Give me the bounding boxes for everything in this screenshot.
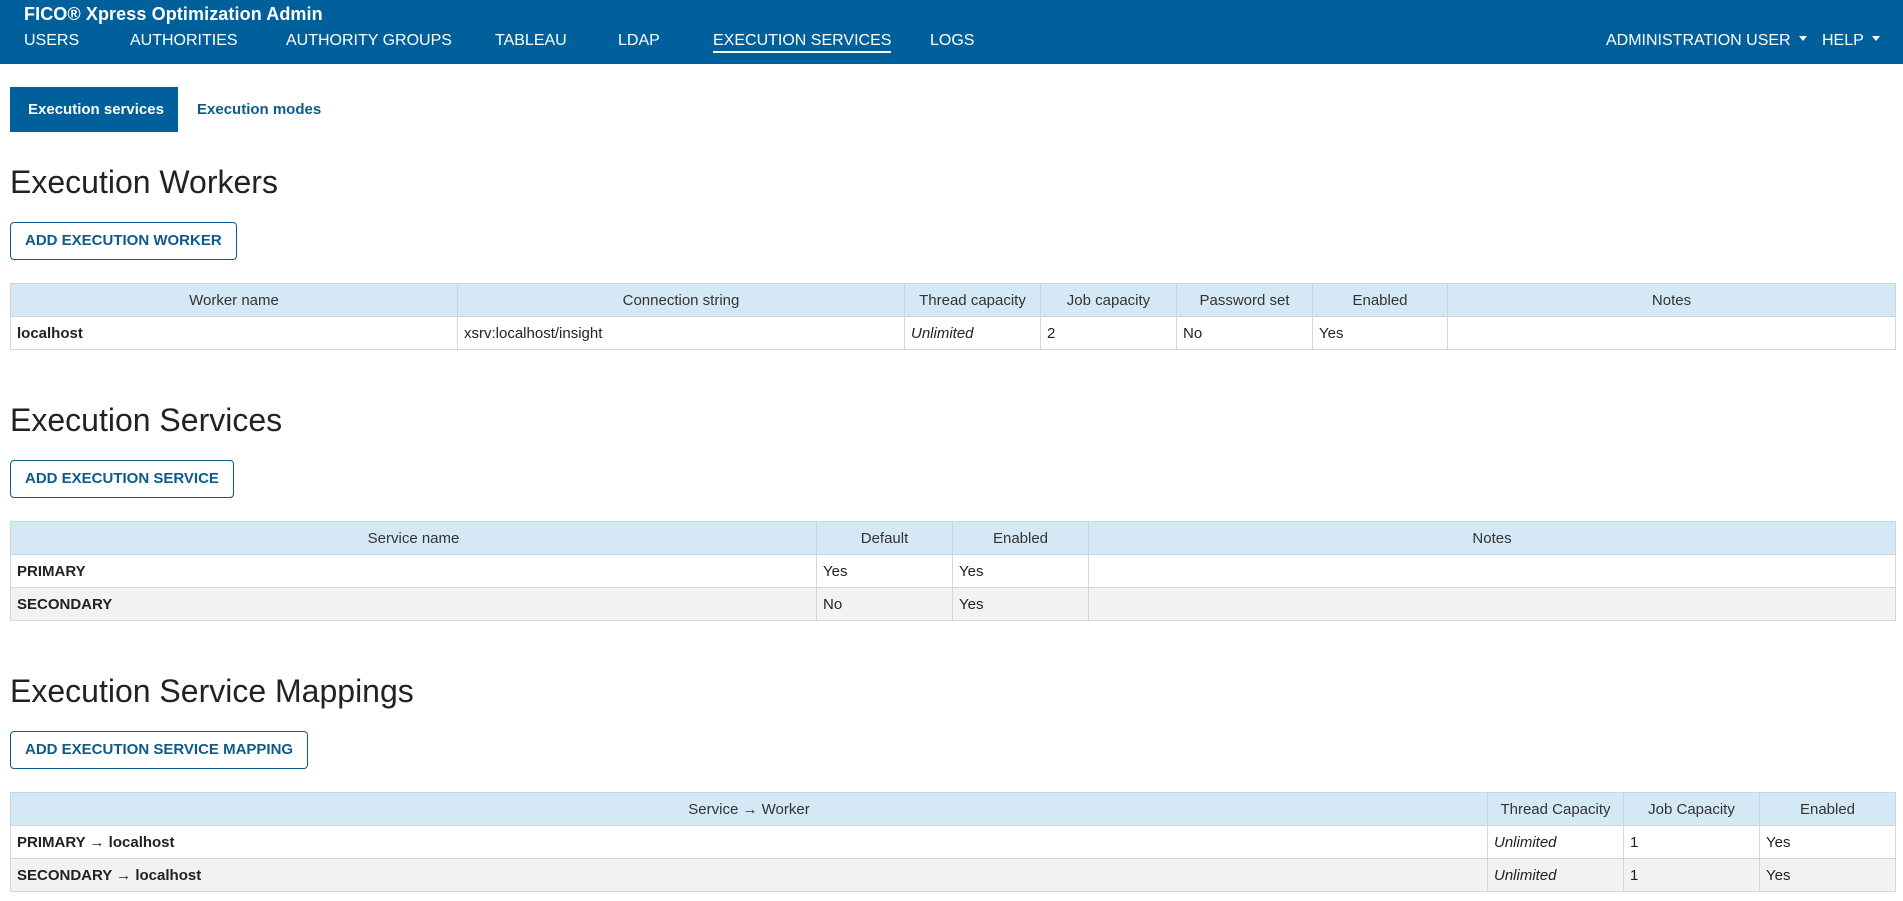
default: No (816, 587, 953, 621)
job-capacity: 1 (1623, 858, 1760, 892)
col-notes[interactable]: Notes (1088, 521, 1896, 555)
col-thread-capacity[interactable]: Thread Capacity (1487, 792, 1624, 826)
col-job-capacity[interactable]: Job Capacity (1623, 792, 1760, 826)
user-menu[interactable]: ADMINISTRATION USER (1606, 32, 1807, 50)
default: Yes (816, 554, 953, 588)
table-row: localhost xsrv:localhost/insight Unlimit… (10, 316, 1896, 350)
table-header-row: Service name Default Enabled Notes (10, 521, 1896, 555)
chevron-down-icon (1871, 36, 1880, 42)
service-name-link[interactable]: PRIMARY (10, 554, 817, 588)
help-menu-label: HELP (1822, 32, 1864, 49)
top-navbar: FICO® Xpress Optimization Admin USERS AU… (0, 0, 1903, 64)
job-capacity: 1 (1623, 825, 1760, 859)
nav-logs[interactable]: LOGS (930, 32, 974, 50)
mappings-section-title: Execution Service Mappings (10, 673, 414, 709)
notes (1088, 554, 1896, 588)
enabled: Yes (952, 587, 1089, 621)
job-capacity: 2 (1040, 316, 1177, 350)
table-header-row: Worker name Connection string Thread cap… (10, 283, 1896, 317)
add-execution-service-button[interactable]: ADD EXECUTION SERVICE (10, 460, 234, 498)
table-row: SECONDARY No Yes (10, 587, 1896, 621)
app-title: FICO® Xpress Optimization Admin (24, 4, 323, 24)
enabled: Yes (952, 554, 1089, 588)
col-connection-string[interactable]: Connection string (457, 283, 905, 317)
table-row: PRIMARY → localhost Unlimited 1 Yes (10, 825, 1896, 859)
col-service-name[interactable]: Service name (10, 521, 817, 555)
nav-users[interactable]: USERS (24, 32, 79, 50)
mapping-link[interactable]: SECONDARY → localhost (10, 858, 1488, 892)
nav-authorities[interactable]: AUTHORITIES (130, 32, 238, 50)
chevron-down-icon (1798, 36, 1807, 42)
tab-execution-modes[interactable]: Execution modes (197, 87, 321, 132)
services-table: Service name Default Enabled Notes PRIMA… (10, 521, 1896, 621)
workers-section-title: Execution Workers (10, 164, 278, 200)
add-execution-worker-button[interactable]: ADD EXECUTION WORKER (10, 222, 237, 260)
enabled: Yes (1759, 858, 1896, 892)
nav-ldap[interactable]: LDAP (618, 32, 660, 50)
col-worker-name[interactable]: Worker name (10, 283, 458, 317)
col-enabled[interactable]: Enabled (952, 521, 1089, 555)
col-enabled[interactable]: Enabled (1759, 792, 1896, 826)
notes (1447, 316, 1896, 350)
col-enabled[interactable]: Enabled (1312, 283, 1448, 317)
col-notes[interactable]: Notes (1447, 283, 1896, 317)
notes (1088, 587, 1896, 621)
worker-name-link[interactable]: localhost (10, 316, 458, 350)
thread-capacity: Unlimited (904, 316, 1041, 350)
help-menu[interactable]: HELP (1822, 32, 1880, 50)
thread-capacity: Unlimited (1487, 825, 1624, 859)
connection-string: xsrv:localhost/insight (457, 316, 905, 350)
enabled: Yes (1759, 825, 1896, 859)
nav-authority-groups[interactable]: AUTHORITY GROUPS (286, 32, 452, 50)
nav-execution-services[interactable]: EXECUTION SERVICES (713, 32, 892, 53)
tab-execution-services[interactable]: Execution services (10, 87, 178, 132)
mappings-table: Service → Worker Thread Capacity Job Cap… (10, 792, 1896, 892)
col-job-capacity[interactable]: Job capacity (1040, 283, 1177, 317)
table-header-row: Service → Worker Thread Capacity Job Cap… (10, 792, 1896, 826)
workers-table: Worker name Connection string Thread cap… (10, 283, 1896, 350)
enabled: Yes (1312, 316, 1448, 350)
col-service-worker[interactable]: Service → Worker (10, 792, 1488, 826)
col-thread-capacity[interactable]: Thread capacity (904, 283, 1041, 317)
add-execution-service-mapping-button[interactable]: ADD EXECUTION SERVICE MAPPING (10, 731, 309, 769)
mapping-link[interactable]: PRIMARY → localhost (10, 825, 1488, 859)
password-set: No (1176, 316, 1313, 350)
col-default[interactable]: Default (816, 521, 953, 555)
services-section-title: Execution Services (10, 402, 283, 438)
nav-tableau[interactable]: TABLEAU (495, 32, 567, 50)
service-name-link[interactable]: SECONDARY (10, 587, 817, 621)
table-row: PRIMARY Yes Yes (10, 554, 1896, 588)
col-password-set[interactable]: Password set (1176, 283, 1313, 317)
table-row: SECONDARY → localhost Unlimited 1 Yes (10, 858, 1896, 892)
user-menu-label: ADMINISTRATION USER (1606, 32, 1791, 49)
thread-capacity: Unlimited (1487, 858, 1624, 892)
